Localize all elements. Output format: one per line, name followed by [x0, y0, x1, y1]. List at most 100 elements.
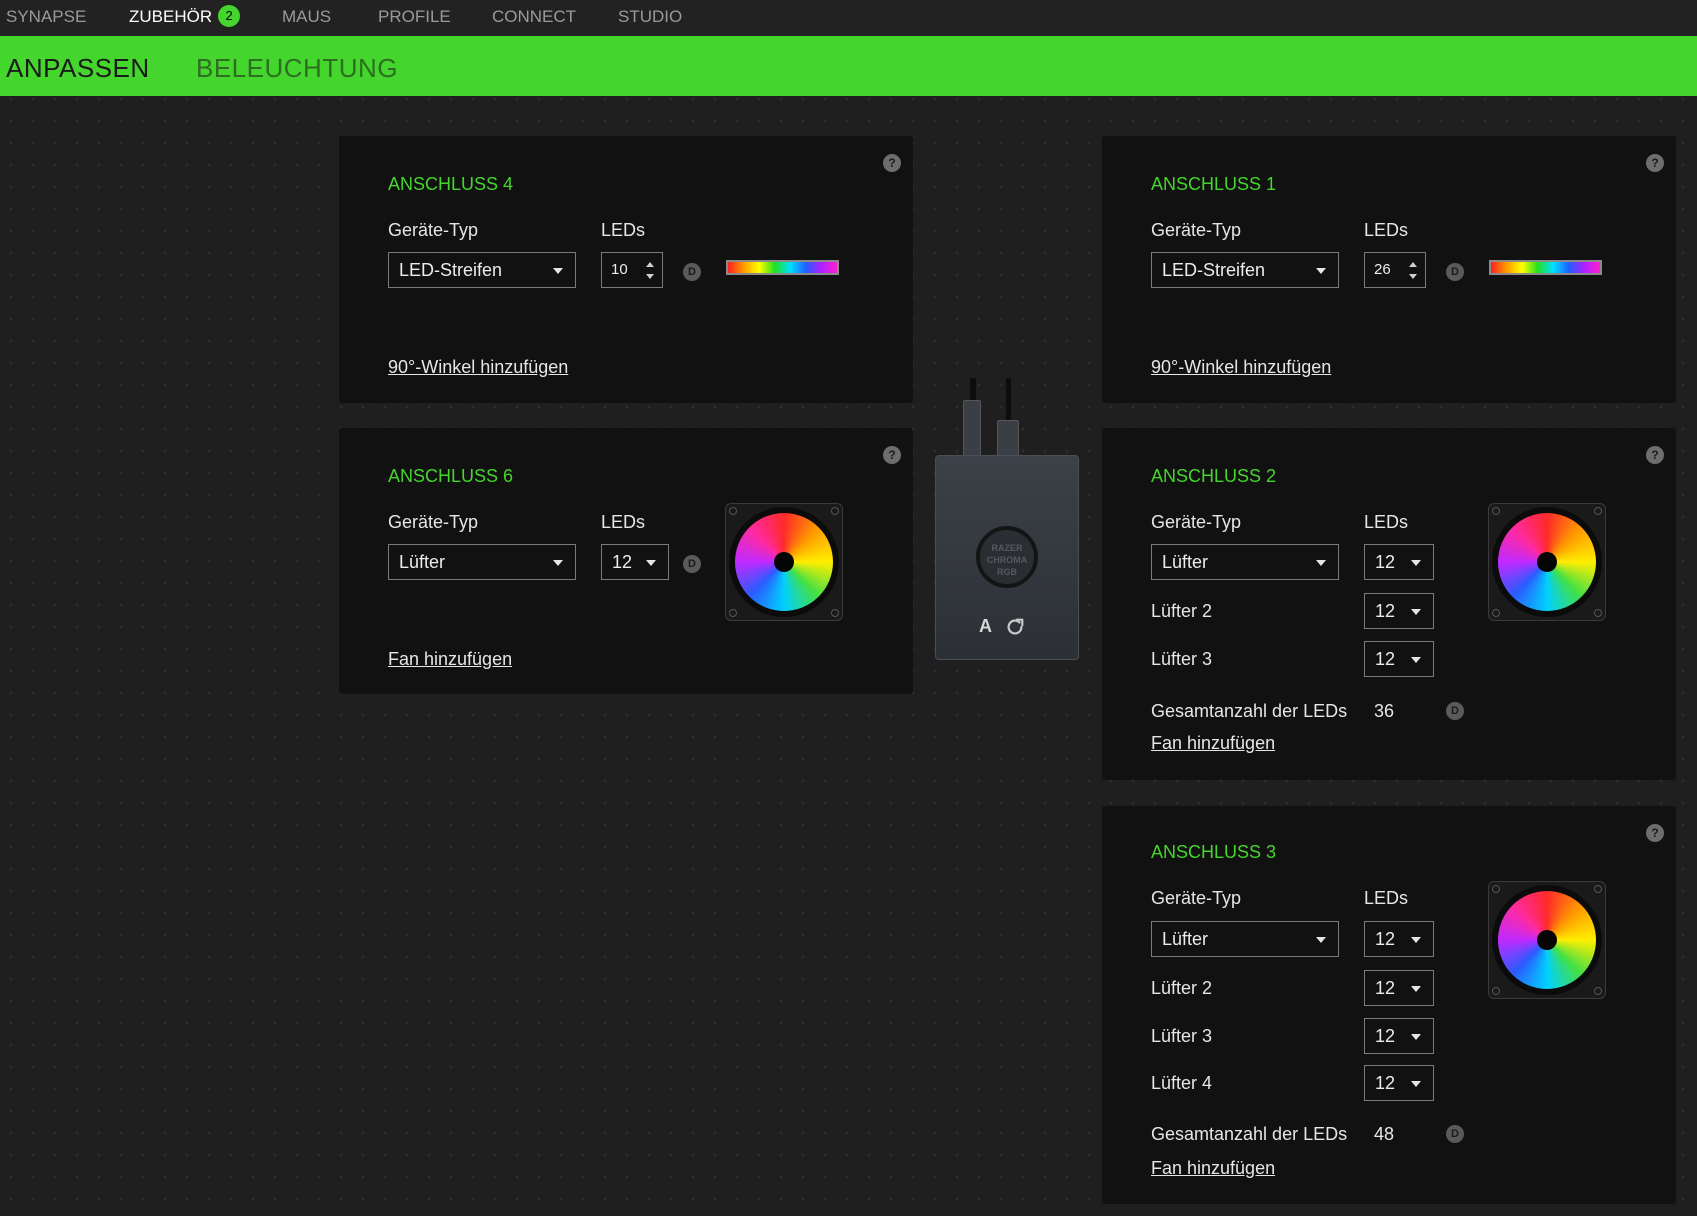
help-icon[interactable]: ? — [1646, 446, 1664, 464]
fan-3-leds-select[interactable]: 12 — [1364, 641, 1434, 677]
port-title: ANSCHLUSS 6 — [388, 466, 514, 486]
spin-up-icon[interactable] — [646, 262, 654, 267]
device-type-label: Geräte-Typ — [1151, 220, 1242, 240]
caret-down-icon — [553, 560, 563, 566]
led-strip-icon — [1489, 260, 1602, 275]
leds-value: 12 — [1375, 552, 1396, 572]
add-fan-link[interactable]: Fan hinzufügen — [388, 649, 512, 670]
tab-zubehoer-label: ZUBEHÖR — [129, 7, 213, 26]
fan-2-leds-select[interactable]: 12 — [1364, 970, 1434, 1006]
sub-nav: ANPASSEN BELEUCHTUNG — [0, 36, 1697, 96]
add-angle-link[interactable]: 90°-Winkel hinzufügen — [388, 357, 568, 378]
leds-value: 12 — [1375, 978, 1396, 998]
add-angle-link[interactable]: 90°-Winkel hinzufügen — [1151, 357, 1331, 378]
caret-down-icon — [1411, 986, 1421, 992]
device-type-select[interactable]: LED-Streifen — [388, 252, 576, 288]
caret-down-icon — [1316, 560, 1326, 566]
usb-plug — [997, 420, 1019, 456]
fan-icon — [1488, 503, 1606, 621]
tab-zubehoer[interactable]: ZUBEHÖR 2 — [129, 0, 241, 36]
fan-label: Lüfter 3 — [1151, 1026, 1213, 1046]
fan-4-leds-select[interactable]: 12 — [1364, 1065, 1434, 1101]
caret-down-icon — [1411, 1034, 1421, 1040]
tab-synapse[interactable]: SYNAPSE — [6, 0, 86, 36]
spin-up-icon[interactable] — [1409, 262, 1417, 267]
leds-value: 12 — [1375, 649, 1396, 669]
leds-stepper[interactable]: 26 — [1364, 252, 1426, 288]
device-type-select[interactable]: Lüfter — [1151, 544, 1339, 580]
help-icon[interactable]: ? — [883, 154, 901, 172]
leds-value: 12 — [1375, 1073, 1396, 1093]
device-type-value: Lüfter — [1162, 552, 1209, 572]
chroma-logo: RAZER CHROMA RGB — [976, 526, 1038, 588]
leds-value: 12 — [1375, 1026, 1396, 1046]
leds-select[interactable]: 12 — [601, 544, 669, 580]
device-type-value: LED-Streifen — [399, 260, 503, 280]
port-3-panel: ? ANSCHLUSS 3 Geräte-Typ LEDs Lüfter 12 … — [1102, 806, 1676, 1204]
caret-down-icon — [1316, 268, 1326, 274]
tab-studio[interactable]: STUDIO — [618, 0, 682, 36]
device-type-label: Geräte-Typ — [1151, 888, 1242, 908]
default-d-icon[interactable]: D — [1446, 263, 1464, 281]
caret-down-icon — [1411, 609, 1421, 615]
leds-select[interactable]: 12 — [1364, 921, 1434, 957]
leds-select[interactable]: 12 — [1364, 544, 1434, 580]
fan-3-leds-select[interactable]: 12 — [1364, 1018, 1434, 1054]
device-type-select[interactable]: LED-Streifen — [1151, 252, 1339, 288]
leds-value: 12 — [612, 552, 633, 572]
fan-icon — [1488, 881, 1606, 999]
leds-stepper[interactable]: 10 — [601, 252, 663, 288]
port-1-panel: ? ANSCHLUSS 1 Geräte-Typ LEDs LED-Streif… — [1102, 136, 1676, 403]
chroma-hub-device: RAZER CHROMA RGB A — [935, 455, 1079, 660]
device-type-label: Geräte-Typ — [1151, 512, 1242, 532]
default-d-icon[interactable]: D — [683, 555, 701, 573]
device-type-select[interactable]: Lüfter — [1151, 921, 1339, 957]
leds-label: LEDs — [1364, 888, 1409, 908]
leds-value: 26 — [1374, 261, 1391, 278]
port-title: ANSCHLUSS 3 — [1151, 842, 1277, 862]
leds-value: 12 — [1375, 929, 1396, 949]
device-type-value: Lüfter — [1162, 929, 1209, 949]
fan-label: Lüfter 2 — [1151, 601, 1213, 621]
port-title: ANSCHLUSS 2 — [1151, 466, 1277, 486]
fan-label: Lüfter 3 — [1151, 649, 1213, 669]
add-fan-link[interactable]: Fan hinzufügen — [1151, 1158, 1275, 1179]
notification-badge: 2 — [218, 5, 241, 27]
port-title: ANSCHLUSS 1 — [1151, 174, 1277, 194]
spin-down-icon[interactable] — [1409, 274, 1417, 279]
total-leds-value: 48 — [1374, 1124, 1395, 1144]
device-type-value: Lüfter — [399, 552, 446, 572]
caret-down-icon — [1411, 560, 1421, 566]
spin-down-icon[interactable] — [646, 274, 654, 279]
hub-profile-letter: A — [979, 616, 992, 636]
caret-down-icon — [553, 268, 563, 274]
default-d-icon[interactable]: D — [683, 263, 701, 281]
port-2-panel: ? ANSCHLUSS 2 Geräte-Typ LEDs Lüfter 12 … — [1102, 428, 1676, 780]
fan-2-leds-select[interactable]: 12 — [1364, 593, 1434, 629]
subtab-anpassen[interactable]: ANPASSEN — [6, 36, 150, 96]
leds-label: LEDs — [1364, 512, 1409, 532]
top-nav: SYNAPSE ZUBEHÖR 2 MAUS PROFILE CONNECT ST… — [0, 0, 1697, 36]
caret-down-icon — [1411, 1081, 1421, 1087]
refresh-icon[interactable] — [1004, 616, 1026, 638]
help-icon[interactable]: ? — [1646, 824, 1664, 842]
help-icon[interactable]: ? — [883, 446, 901, 464]
default-d-icon[interactable]: D — [1446, 1125, 1464, 1143]
port-4-panel: ? ANSCHLUSS 4 Geräte-Typ LEDs LED-Streif… — [339, 136, 913, 403]
tab-maus[interactable]: MAUS — [282, 0, 331, 36]
power-plug — [963, 400, 981, 456]
port-title: ANSCHLUSS 4 — [388, 174, 514, 194]
subtab-beleuchtung[interactable]: BELEUCHTUNG — [196, 36, 398, 96]
device-type-label: Geräte-Typ — [388, 512, 479, 532]
total-leds-label: Gesamtanzahl der LEDs — [1151, 701, 1348, 721]
led-strip-icon — [726, 260, 839, 275]
device-type-value: LED-Streifen — [1162, 260, 1266, 280]
device-type-select[interactable]: Lüfter — [388, 544, 576, 580]
caret-down-icon — [1316, 937, 1326, 943]
tab-connect[interactable]: CONNECT — [492, 0, 576, 36]
default-d-icon[interactable]: D — [1446, 702, 1464, 720]
caret-down-icon — [1411, 937, 1421, 943]
tab-profile[interactable]: PROFILE — [378, 0, 451, 36]
help-icon[interactable]: ? — [1646, 154, 1664, 172]
add-fan-link[interactable]: Fan hinzufügen — [1151, 733, 1275, 754]
